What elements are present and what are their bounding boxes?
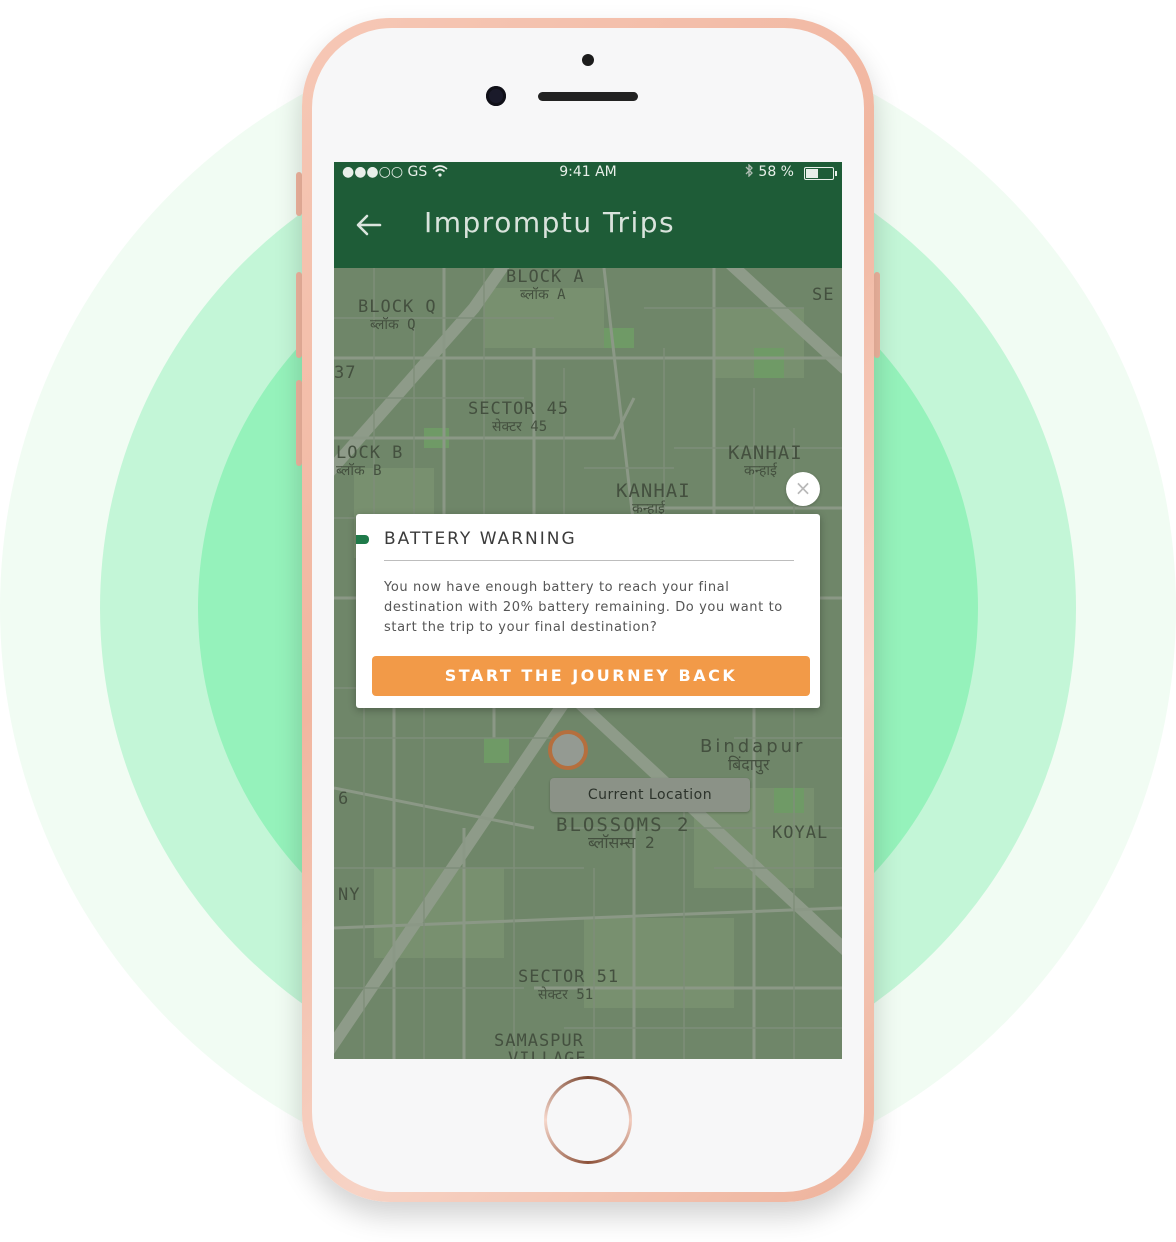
- page-title: Impromptu Trips: [424, 206, 676, 239]
- battery-warning-dialog: BATTERY WARNING You now have enough batt…: [356, 514, 820, 708]
- map-label-sector-45-hi: सेक्टर 45: [492, 419, 548, 435]
- map-label-kanhai-1-en: KANHAI: [728, 442, 803, 464]
- status-bar: ●●●○○ GS 9:41 AM 58 %: [334, 162, 842, 184]
- map-label-samaspur-en: SAMASPUR: [494, 1031, 584, 1051]
- map-label-ny: NY: [338, 885, 361, 905]
- map-label-sector-51-en: SECTOR 51: [518, 967, 620, 987]
- current-location-marker[interactable]: [548, 730, 588, 770]
- map-label-village: VILLAGE: [508, 1049, 587, 1059]
- app-bar: Impromptu Trips: [334, 184, 842, 268]
- map-label-sector-45: SECTOR 45 सेक्टर 45: [468, 400, 569, 436]
- dialog-close-button[interactable]: ×: [786, 472, 820, 506]
- map-label-blossoms: BLOSSOMS 2 ब्लॉसम्स 2: [556, 816, 690, 852]
- map-label-block-b-hi: ब्लॉक B: [336, 463, 382, 479]
- front-camera: [486, 86, 506, 106]
- dialog-divider: [384, 560, 794, 561]
- home-button[interactable]: [544, 1076, 632, 1164]
- dialog-message: You now have enough battery to reach you…: [384, 580, 783, 635]
- map-label-37: 37: [334, 363, 357, 383]
- map-label-block-q-en: BLOCK Q: [358, 297, 437, 317]
- map-label-sector-45-en: SECTOR 45: [468, 399, 570, 419]
- map-label-bindapur-en: Bindapur: [700, 736, 806, 757]
- map-label-blossoms-hi: ब्लॉसम्स 2: [588, 833, 655, 852]
- battery-icon: [804, 167, 837, 180]
- dialog-title: BATTERY WARNING: [384, 529, 577, 549]
- map-label-samaspur: SAMASPUR VILLAGE: [494, 1032, 587, 1059]
- map-label-kanhai-2-en: KANHAI: [616, 480, 691, 502]
- bluetooth-icon: [745, 163, 753, 178]
- map-label-bindapur: Bindapur बिंदापुर: [700, 738, 805, 774]
- map-label-sector-51-hi: सेक्टर 51: [538, 987, 594, 1003]
- map-label-sector-51: SECTOR 51 सेक्टर 51: [518, 968, 619, 1004]
- map-label-6: 6: [338, 789, 350, 809]
- phone-screen: ●●●○○ GS 9:41 AM 58 % Impromptu Trips BL…: [334, 162, 842, 1059]
- map-label-koyal: KOYAL: [772, 823, 829, 843]
- map-label-block-q-hi: ब्लॉक Q: [370, 317, 416, 333]
- dialog-accent-marker: [356, 535, 369, 544]
- map-label-block-a-en: BLOCK A: [506, 267, 585, 287]
- current-location-label[interactable]: Current Location: [550, 778, 750, 812]
- map-label-se: SE: [812, 285, 835, 305]
- map-label-bindapur-hi: बिंदापुर: [728, 755, 770, 774]
- battery-percent: 58 %: [758, 164, 794, 180]
- map-label-block-q: BLOCK Q ब्लॉक Q: [358, 298, 437, 334]
- back-button[interactable]: [354, 210, 384, 240]
- arrow-left-icon: [356, 214, 382, 236]
- start-journey-back-button[interactable]: START THE JOURNEY BACK: [372, 656, 810, 696]
- proximity-sensor: [582, 54, 594, 66]
- earpiece-speaker: [538, 92, 638, 101]
- map-label-kanhai-2: KANHAI कन्हाई: [616, 482, 691, 518]
- map-label-block-b: LOCK B ब्लॉक B: [336, 444, 403, 480]
- map-label-block-a: BLOCK A ब्लॉक A: [506, 268, 585, 304]
- phone-power-button: [874, 272, 880, 358]
- status-right: 58 %: [744, 163, 794, 180]
- map-label-block-a-hi: ब्लॉक A: [520, 287, 566, 303]
- map-label-block-b-en: LOCK B: [336, 443, 404, 463]
- map-label-kanhai-1: KANHAI कन्हाई: [728, 444, 803, 480]
